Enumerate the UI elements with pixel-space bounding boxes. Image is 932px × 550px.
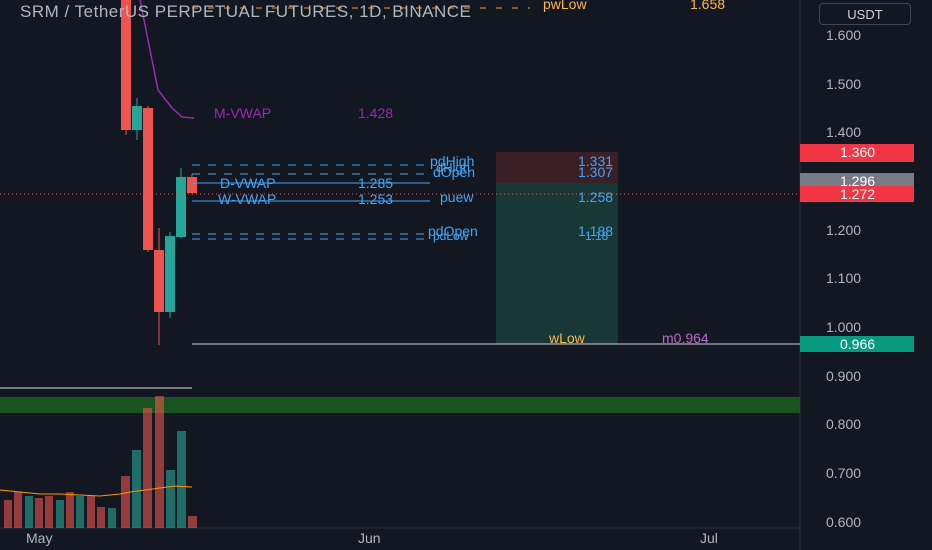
badge-target-price: 0.966 — [840, 336, 875, 352]
volume-bar — [155, 396, 164, 528]
candle-body — [187, 177, 197, 193]
w-low-label: wLow — [548, 330, 586, 346]
volume-zone-band — [0, 397, 800, 413]
d-vwap-value: 1.285 — [358, 175, 393, 191]
w-vwap-extra: puew — [440, 189, 474, 205]
price-tick: 0.900 — [826, 368, 861, 384]
volume-bars — [4, 396, 197, 528]
candle-body — [132, 106, 142, 130]
volume-bar — [132, 450, 141, 528]
price-tick: 1.200 — [826, 222, 861, 238]
price-tick: 0.700 — [826, 465, 861, 481]
d-open-value: 1.307 — [578, 164, 613, 180]
volume-bar — [177, 431, 186, 528]
volume-bar — [35, 498, 43, 528]
candle-body — [143, 108, 153, 250]
badge-last-price: 1.272 — [840, 186, 875, 202]
pw-low-value: 1.658 — [690, 0, 725, 12]
candle-body — [154, 250, 164, 312]
time-tick: May — [26, 530, 52, 546]
volume-bar — [14, 492, 22, 528]
w-vwap-value: 1.253 — [358, 191, 393, 207]
price-tick: 1.100 — [826, 270, 861, 286]
m-vwap-label: M-VWAP — [214, 105, 271, 121]
volume-bar — [188, 516, 197, 528]
volume-bar — [121, 476, 130, 528]
price-axis[interactable]: 1.600 1.500 1.400 1.200 1.100 1.000 0.90… — [826, 27, 861, 530]
chart-title: SRM / TetherUS PERPETUAL FUTURES, 1D, BI… — [20, 2, 472, 21]
price-tick: 1.500 — [826, 76, 861, 92]
w-vwap-label: W-VWAP — [218, 191, 276, 207]
volume-bar — [143, 408, 152, 528]
currency-button[interactable]: USDT — [819, 3, 911, 25]
candle-body — [176, 177, 186, 237]
w-low-value: m0.964 — [662, 330, 709, 346]
candles[interactable] — [121, 0, 197, 345]
badge-stop-price: 1.360 — [840, 144, 875, 160]
pd-low-value: 1.18 — [585, 229, 609, 243]
time-axis[interactable]: May Jun Jul — [26, 530, 718, 546]
time-tick: Jul — [700, 530, 718, 546]
volume-bar — [97, 507, 105, 528]
pd-low-label: pdLow — [433, 229, 469, 243]
price-tick: 1.400 — [826, 124, 861, 140]
volume-bar — [87, 496, 95, 528]
d-open-label: dOpen — [433, 164, 475, 180]
volume-bar — [166, 470, 175, 528]
time-tick: Jun — [358, 530, 381, 546]
w-level-value: 1.258 — [578, 189, 613, 205]
volume-bar — [45, 496, 53, 528]
position-profit-zone[interactable] — [496, 183, 618, 344]
price-tick: 0.800 — [826, 416, 861, 432]
volume-bar — [76, 496, 84, 528]
price-tick: 1.600 — [826, 27, 861, 43]
volume-bar — [4, 500, 12, 528]
m-vwap-value: 1.428 — [358, 105, 393, 121]
price-tick: 0.600 — [826, 514, 861, 530]
volume-bar — [108, 508, 116, 528]
volume-bar — [66, 492, 74, 528]
volume-bar — [56, 500, 64, 528]
chart-canvas[interactable]: pwLow 1.658 M-VWAP 1.428 D-VWAP 1.285 W-… — [0, 0, 932, 550]
volume-bar — [25, 496, 33, 528]
candle-body — [165, 236, 175, 312]
pw-low-label: pwLow — [543, 0, 587, 12]
d-vwap-label: D-VWAP — [220, 175, 275, 191]
price-tick: 1.000 — [826, 319, 861, 335]
